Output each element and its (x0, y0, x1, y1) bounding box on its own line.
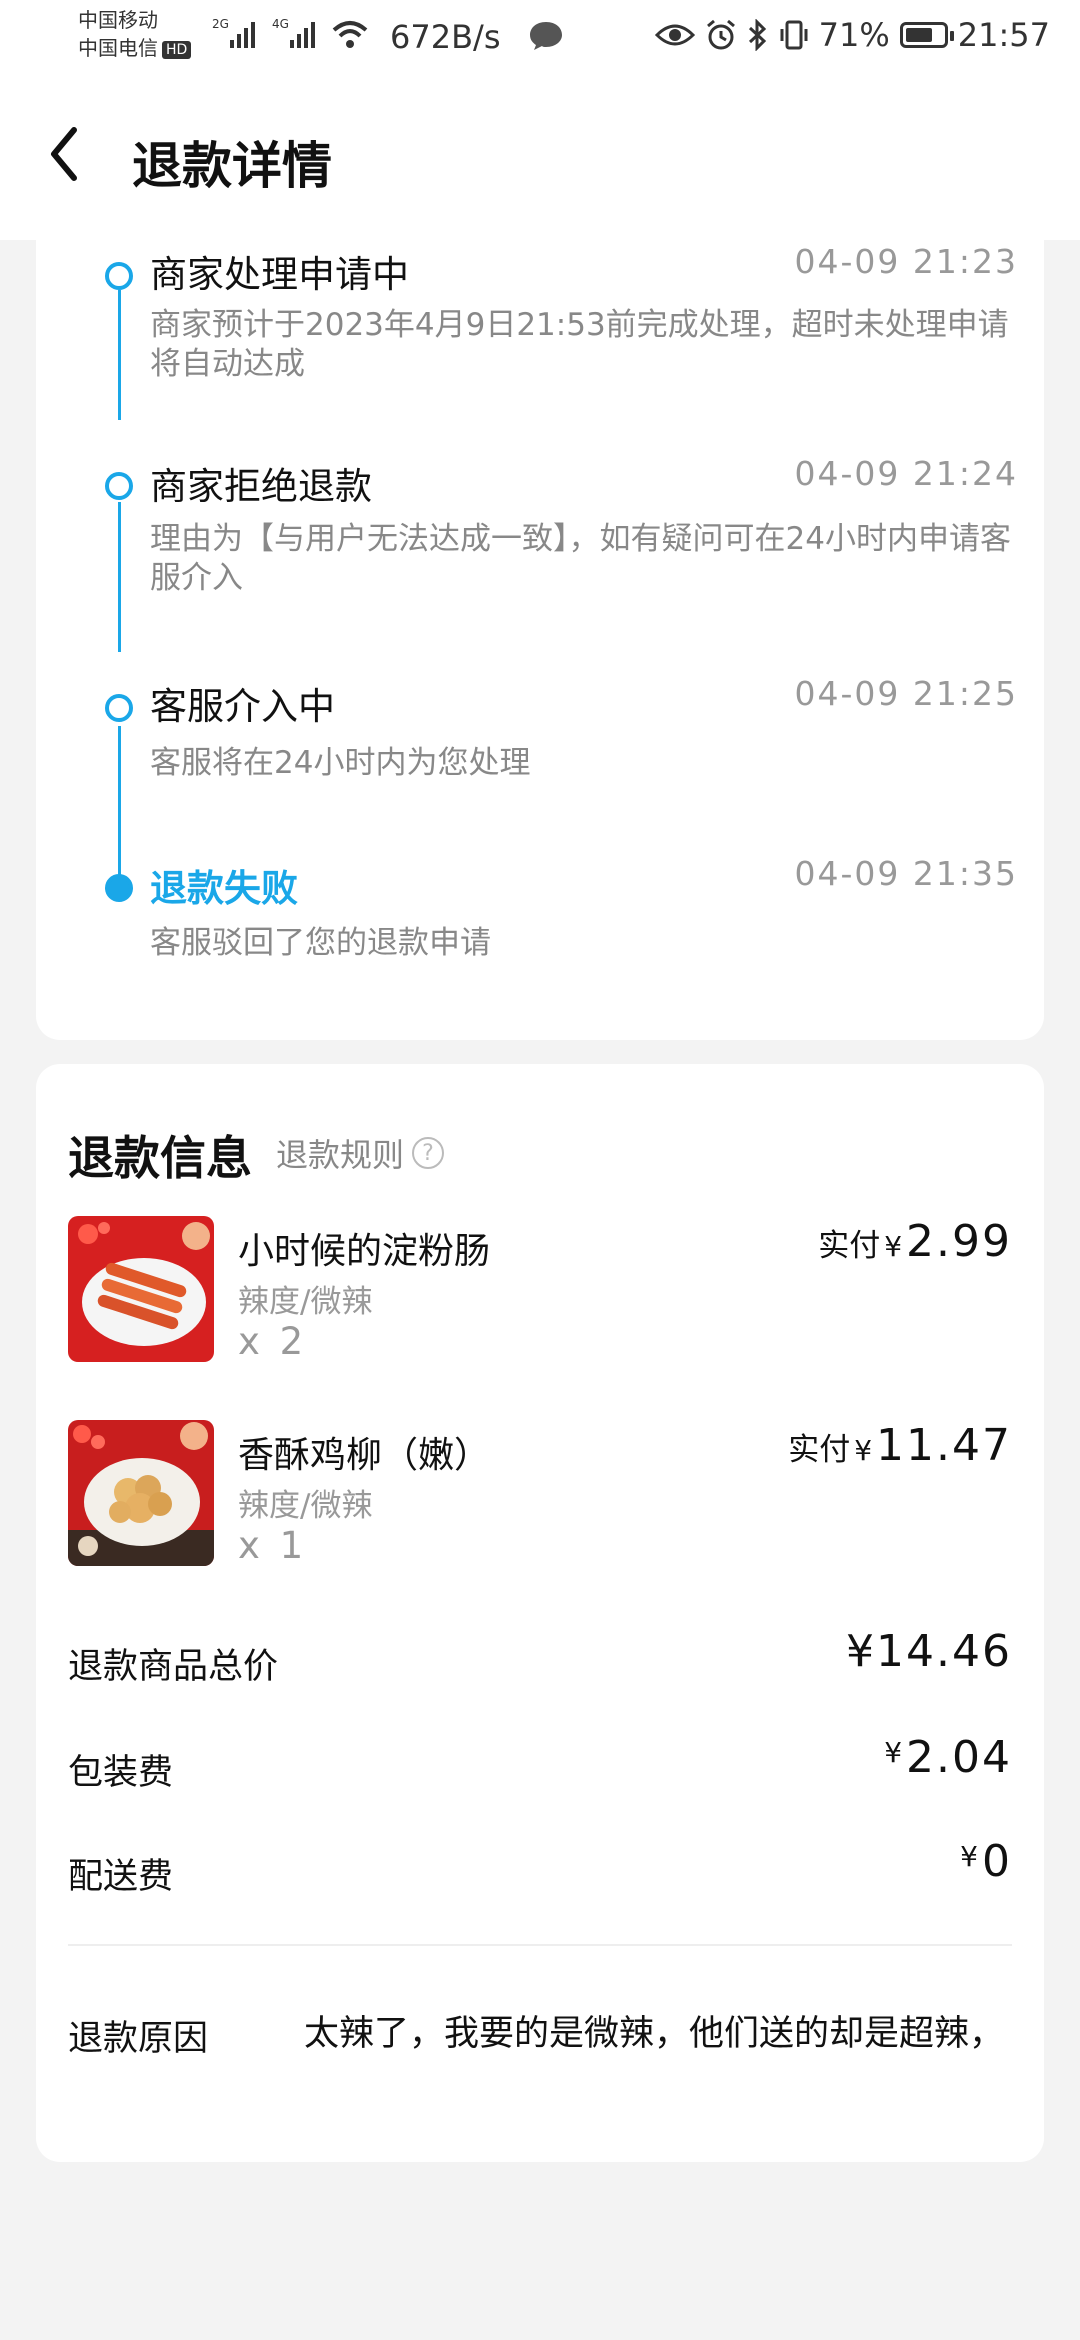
refund-reason-label: 退款原因 (68, 2019, 209, 2059)
fee-label: 退款商品总价 (68, 1647, 279, 1687)
divider (68, 1944, 1012, 1946)
refund-rules-label: 退款规则 (276, 1136, 405, 1174)
fee-amount: 2.04 (906, 1732, 1012, 1783)
timeline-step-time: 04-09 21:35 (794, 854, 1018, 893)
timeline-step-desc: 理由为【与用户无法达成一致】，如有疑问可在24小时内申请客服介入 (150, 521, 1011, 596)
net2-label: 4G (272, 17, 289, 31)
page-header: 退款详情 (0, 72, 1080, 240)
timeline-step-desc: 客服将在24小时内为您处理 (150, 745, 531, 781)
fee-amount: 0 (982, 1836, 1012, 1887)
back-button[interactable] (40, 124, 100, 184)
battery-percent: 71% (818, 16, 890, 54)
product-price: 实付 ¥2.99 (818, 1216, 1012, 1267)
product-name: 香酥鸡柳（嫩） (238, 1435, 491, 1476)
product-qty: x 1 (238, 1524, 308, 1567)
product-spec: 辣度/微辣 (238, 1488, 373, 1524)
timeline-step-title: 商家处理申请中 (150, 253, 409, 296)
currency-symbol: ¥ (854, 1434, 873, 1467)
timeline-step-title: 客服介入中 (150, 685, 335, 728)
refund-progress-card: 商家处理申请中 04-09 21:23 商家预计于2023年4月9日21:53前… (36, 240, 1044, 1040)
fee-value: ¥0 (960, 1836, 1012, 1887)
currency-symbol: ¥ (846, 1626, 877, 1677)
timeline-step-desc: 客服驳回了您的退款申请 (150, 925, 491, 961)
section-title: 退款信息 (68, 1131, 252, 1185)
bluetooth-icon (748, 19, 766, 51)
wifi-icon (332, 21, 368, 48)
eye-icon (654, 24, 695, 46)
refund-item[interactable]: 小时候的淀粉肠 辣度/微辣 x 2 实付 ¥2.99 (68, 1216, 1012, 1366)
timeline-connector (118, 726, 121, 880)
currency-symbol: ¥ (884, 1736, 903, 1769)
currency-symbol: ¥ (960, 1840, 978, 1873)
signal-4g-icon: 4G (272, 17, 315, 48)
page-title: 退款详情 (132, 137, 332, 195)
refund-rules-link[interactable]: 退款规则 ? (276, 1130, 445, 1176)
fee-label: 包装费 (68, 1753, 174, 1793)
price-amount: 11.47 (876, 1420, 1012, 1471)
timeline-step-title: 商家拒绝退款 (150, 465, 372, 508)
product-spec: 辣度/微辣 (238, 1284, 373, 1320)
message-icon (530, 22, 562, 50)
timeline-step-time: 04-09 21:25 (794, 674, 1018, 713)
timeline-dot (105, 694, 133, 722)
carrier-info: 中国移动 中国电信 HD (78, 6, 192, 62)
carrier-1: 中国移动 (78, 8, 158, 32)
timeline-step-time: 04-09 21:24 (794, 454, 1018, 493)
refund-item[interactable]: 香酥鸡柳（嫩） 辣度/微辣 x 1 实付 ¥11.47 (68, 1420, 1012, 1570)
network-speed: 672B/s (390, 18, 501, 56)
fee-value: ¥14.46 (846, 1626, 1012, 1677)
product-price: 实付 ¥11.47 (788, 1420, 1012, 1471)
price-label: 实付 (788, 1432, 851, 1468)
fee-row-delivery: 配送费 ¥0 (68, 1836, 1012, 1897)
timeline-dot-active (105, 874, 133, 902)
timeline-dot (105, 262, 133, 290)
battery-icon (899, 22, 954, 48)
price-amount: 2.99 (906, 1216, 1012, 1267)
net1-label: 2G (212, 17, 229, 31)
timeline-step-time: 04-09 21:23 (794, 242, 1018, 281)
fee-label: 配送费 (68, 1857, 174, 1897)
fee-amount: 14.46 (876, 1626, 1012, 1677)
product-qty: x 2 (238, 1320, 308, 1363)
refund-info-card: 退款信息 退款规则 ? 小时候的淀粉肠 辣度/微辣 x 2 实付 ¥2.99 香… (36, 1064, 1044, 2162)
hd-badge: HD (162, 40, 192, 59)
timeline-connector (118, 502, 121, 652)
fee-value: ¥2.04 (884, 1732, 1012, 1783)
timeline-dot (105, 472, 133, 500)
status-right: 71% 21:57 (654, 16, 1050, 54)
carrier-2: 中国电信 (78, 36, 158, 60)
timeline-step-desc: 商家预计于2023年4月9日21:53前完成处理，超时未处理申请将自动达成 (150, 307, 1009, 382)
product-image (68, 1420, 214, 1566)
question-mark-icon: ? (412, 1137, 445, 1169)
price-label: 实付 (818, 1228, 881, 1264)
product-image (68, 1216, 214, 1362)
battery-fill (905, 28, 932, 42)
signal-2g-icon: 2G (212, 17, 255, 48)
status-bar: 中国移动 中国电信 HD 2G 4G 672B/s 71% 21:57 (0, 0, 1080, 72)
vibrate-icon (780, 20, 808, 50)
alarm-icon (706, 19, 735, 50)
currency-symbol: ¥ (884, 1230, 903, 1263)
fee-row-packaging: 包装费 ¥2.04 (68, 1732, 1012, 1793)
product-name: 小时候的淀粉肠 (238, 1231, 491, 1272)
chevron-left-icon (51, 127, 77, 181)
timeline-connector (118, 290, 121, 420)
refund-reason-text: 太辣了，我要的是微辣，他们送的却是超辣， (303, 2014, 1004, 2054)
fee-row-total: 退款商品总价 ¥14.46 (68, 1626, 1012, 1687)
timeline-step-title-active: 退款失败 (150, 867, 298, 910)
clock: 21:57 (957, 16, 1050, 54)
